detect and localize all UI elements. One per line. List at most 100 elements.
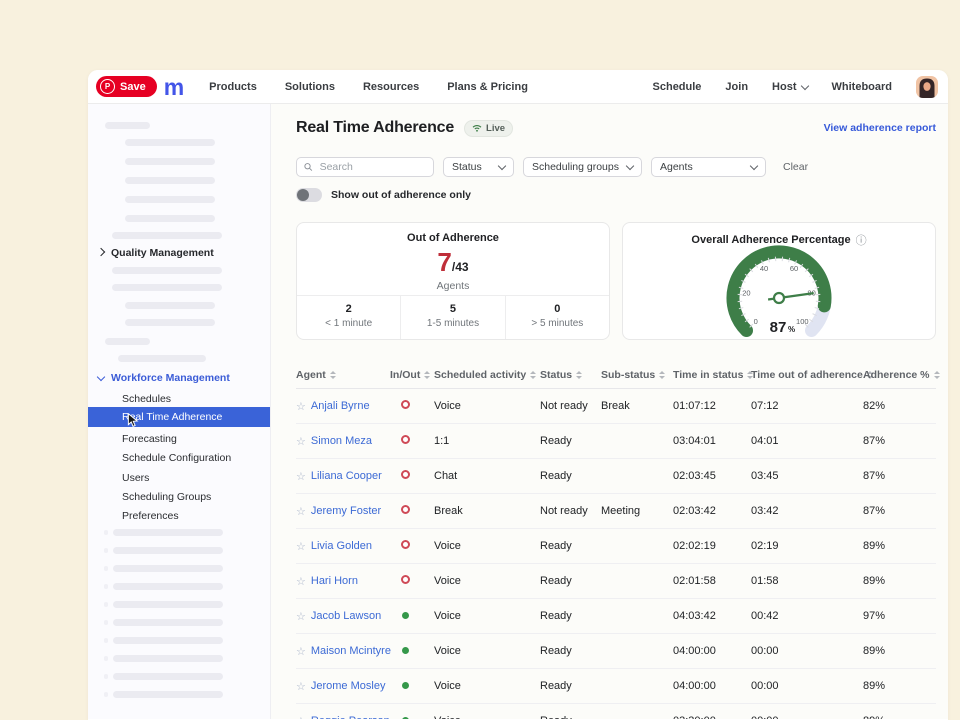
out-of-adherence-toggle[interactable] bbox=[296, 188, 322, 202]
search-icon bbox=[304, 162, 313, 172]
star-icon[interactable]: ☆ bbox=[296, 575, 306, 588]
star-icon[interactable]: ☆ bbox=[296, 645, 306, 658]
nav-products[interactable]: Products bbox=[209, 81, 257, 93]
inout-cell bbox=[390, 715, 434, 719]
search-field[interactable] bbox=[318, 160, 426, 174]
star-icon[interactable]: ☆ bbox=[296, 400, 306, 413]
table-row: ☆Reggie Pearson Voice Ready 03:30:00 00:… bbox=[296, 704, 936, 719]
status-cell: Ready bbox=[540, 435, 601, 447]
star-icon[interactable]: ☆ bbox=[296, 610, 306, 623]
skeleton-bar bbox=[113, 547, 223, 554]
search-input[interactable] bbox=[296, 157, 434, 177]
col-header-agent[interactable]: Agent bbox=[296, 369, 390, 381]
nav-schedule[interactable]: Schedule bbox=[653, 81, 702, 93]
nav-plans-pricing[interactable]: Plans & Pricing bbox=[447, 81, 528, 93]
nav-links: Products Solutions Resources Plans & Pri… bbox=[209, 81, 528, 93]
sidebar-item-real-time-adherence[interactable]: Real Time Adherence bbox=[88, 407, 270, 427]
nav-resources[interactable]: Resources bbox=[363, 81, 419, 93]
col-header-status[interactable]: Status bbox=[540, 369, 601, 381]
table-row: ☆Liliana Cooper Chat Ready 02:03:45 03:4… bbox=[296, 459, 936, 494]
sidebar-item-forecasting[interactable]: Forecasting bbox=[122, 430, 177, 448]
user-avatar[interactable] bbox=[916, 76, 938, 98]
skeleton-bar bbox=[125, 196, 215, 203]
agent-link[interactable]: Reggie Pearson bbox=[311, 715, 390, 719]
time-in-status-cell: 03:04:01 bbox=[673, 435, 751, 447]
time-out-of-adherence-cell: 00:42 bbox=[751, 610, 863, 622]
nav-whiteboard[interactable]: Whiteboard bbox=[832, 81, 893, 93]
inout-cell bbox=[390, 400, 434, 412]
agent-link[interactable]: Simon Meza bbox=[311, 435, 372, 447]
adherence-cell: 87% bbox=[863, 505, 936, 517]
star-icon[interactable]: ☆ bbox=[296, 715, 306, 720]
agent-link[interactable]: Liliana Cooper bbox=[311, 470, 382, 482]
scheduling-groups-dropdown[interactable]: Scheduling groups bbox=[523, 157, 642, 177]
save-label: Save bbox=[120, 81, 146, 93]
time-out-of-adherence-cell: 02:19 bbox=[751, 540, 863, 552]
sidebar-item-quality-management[interactable]: Quality Management bbox=[98, 245, 214, 261]
table-row: ☆Jerome Mosley Voice Ready 04:00:00 00:0… bbox=[296, 669, 936, 704]
col-header-sub-status[interactable]: Sub-status bbox=[601, 369, 673, 381]
agent-link[interactable]: Maison Mcintyre bbox=[311, 645, 391, 657]
skeleton-bar bbox=[113, 601, 223, 608]
col-header-time-out-of-adherence[interactable]: Time out of adherence bbox=[751, 369, 863, 381]
gauge-tick-label: 0 bbox=[754, 317, 758, 326]
col-header-inout[interactable]: In/Out bbox=[390, 369, 434, 381]
sidebar-item-preferences[interactable]: Preferences bbox=[122, 507, 179, 525]
table-row: ☆Jacob Lawson Voice Ready 04:03:42 00:42… bbox=[296, 599, 936, 634]
breakdown-over-5min: 0 > 5 minutes bbox=[505, 296, 609, 339]
agent-link[interactable]: Jeremy Foster bbox=[311, 505, 381, 517]
gauge-tick-label: 60 bbox=[790, 264, 798, 273]
pinterest-icon: P bbox=[100, 79, 115, 94]
clear-filters-button[interactable]: Clear bbox=[783, 161, 808, 173]
scheduled-activity-cell: Chat bbox=[434, 470, 540, 482]
skeleton-bar bbox=[112, 267, 222, 274]
gauge-percent-sign: % bbox=[788, 325, 795, 334]
skeleton-chevron bbox=[104, 620, 108, 625]
star-icon[interactable]: ☆ bbox=[296, 505, 306, 518]
agents-dropdown[interactable]: Agents bbox=[651, 157, 766, 177]
inout-cell bbox=[390, 645, 434, 657]
skeleton-bar bbox=[105, 338, 150, 345]
sidebar-item-scheduling-groups[interactable]: Scheduling Groups bbox=[122, 488, 211, 506]
agent-link[interactable]: Jacob Lawson bbox=[311, 610, 381, 622]
wifi-icon bbox=[472, 124, 482, 132]
agent-link[interactable]: Anjali Byrne bbox=[311, 400, 370, 412]
sidebar-item-workforce-management[interactable]: Workforce Management bbox=[98, 370, 230, 386]
sidebar-item-schedule-configuration[interactable]: Schedule Configuration bbox=[122, 449, 231, 467]
agent-link[interactable]: Livia Golden bbox=[311, 540, 372, 552]
nav-solutions[interactable]: Solutions bbox=[285, 81, 335, 93]
gauge-knob bbox=[774, 293, 784, 303]
star-icon[interactable]: ☆ bbox=[296, 680, 306, 693]
sidebar-item-users[interactable]: Users bbox=[122, 469, 149, 487]
col-header-adherence-pct[interactable]: Adherence % bbox=[863, 369, 936, 381]
table-body: ☆Anjali Byrne Voice Not ready Break 01:0… bbox=[296, 389, 936, 719]
star-icon[interactable]: ☆ bbox=[296, 435, 306, 448]
time-in-status-cell: 04:00:00 bbox=[673, 645, 751, 657]
breakdown-under-1min: 2 < 1 minute bbox=[297, 296, 400, 339]
agent-cell: ☆ Hari Horn bbox=[296, 575, 390, 588]
star-icon[interactable]: ☆ bbox=[296, 540, 306, 553]
status-dropdown[interactable]: Status bbox=[443, 157, 514, 177]
adherence-cell: 87% bbox=[863, 435, 936, 447]
time-in-status-cell: 04:03:42 bbox=[673, 610, 751, 622]
nav-join[interactable]: Join bbox=[725, 81, 748, 93]
table-row: ☆Simon Meza 1:1 Ready 03:04:01 04:01 87% bbox=[296, 424, 936, 459]
col-header-scheduled-activity[interactable]: Scheduled activity bbox=[434, 369, 540, 381]
status-cell: Not ready bbox=[540, 505, 601, 517]
pinterest-save-button[interactable]: P Save bbox=[96, 76, 157, 97]
nav-host[interactable]: Host bbox=[772, 81, 807, 93]
view-adherence-report-link[interactable]: View adherence report bbox=[824, 122, 936, 134]
status-cell: Ready bbox=[540, 540, 601, 552]
adherence-cell: 89% bbox=[863, 715, 936, 719]
star-icon[interactable]: ☆ bbox=[296, 470, 306, 483]
scheduled-activity-cell: Voice bbox=[434, 715, 540, 719]
agent-link[interactable]: Hari Horn bbox=[311, 575, 358, 587]
sort-icon bbox=[530, 371, 536, 379]
col-header-time-in-status[interactable]: Time in status bbox=[673, 369, 751, 381]
agent-link[interactable]: Jerome Mosley bbox=[311, 680, 386, 692]
sidebar-item-schedules[interactable]: Schedules bbox=[122, 390, 171, 408]
time-in-status-cell: 03:30:00 bbox=[673, 715, 751, 719]
agent-cell: ☆ Jacob Lawson bbox=[296, 610, 390, 623]
nav-right: Schedule Join Host Whiteboard bbox=[653, 76, 938, 98]
brand-logo[interactable]: m bbox=[164, 78, 183, 96]
